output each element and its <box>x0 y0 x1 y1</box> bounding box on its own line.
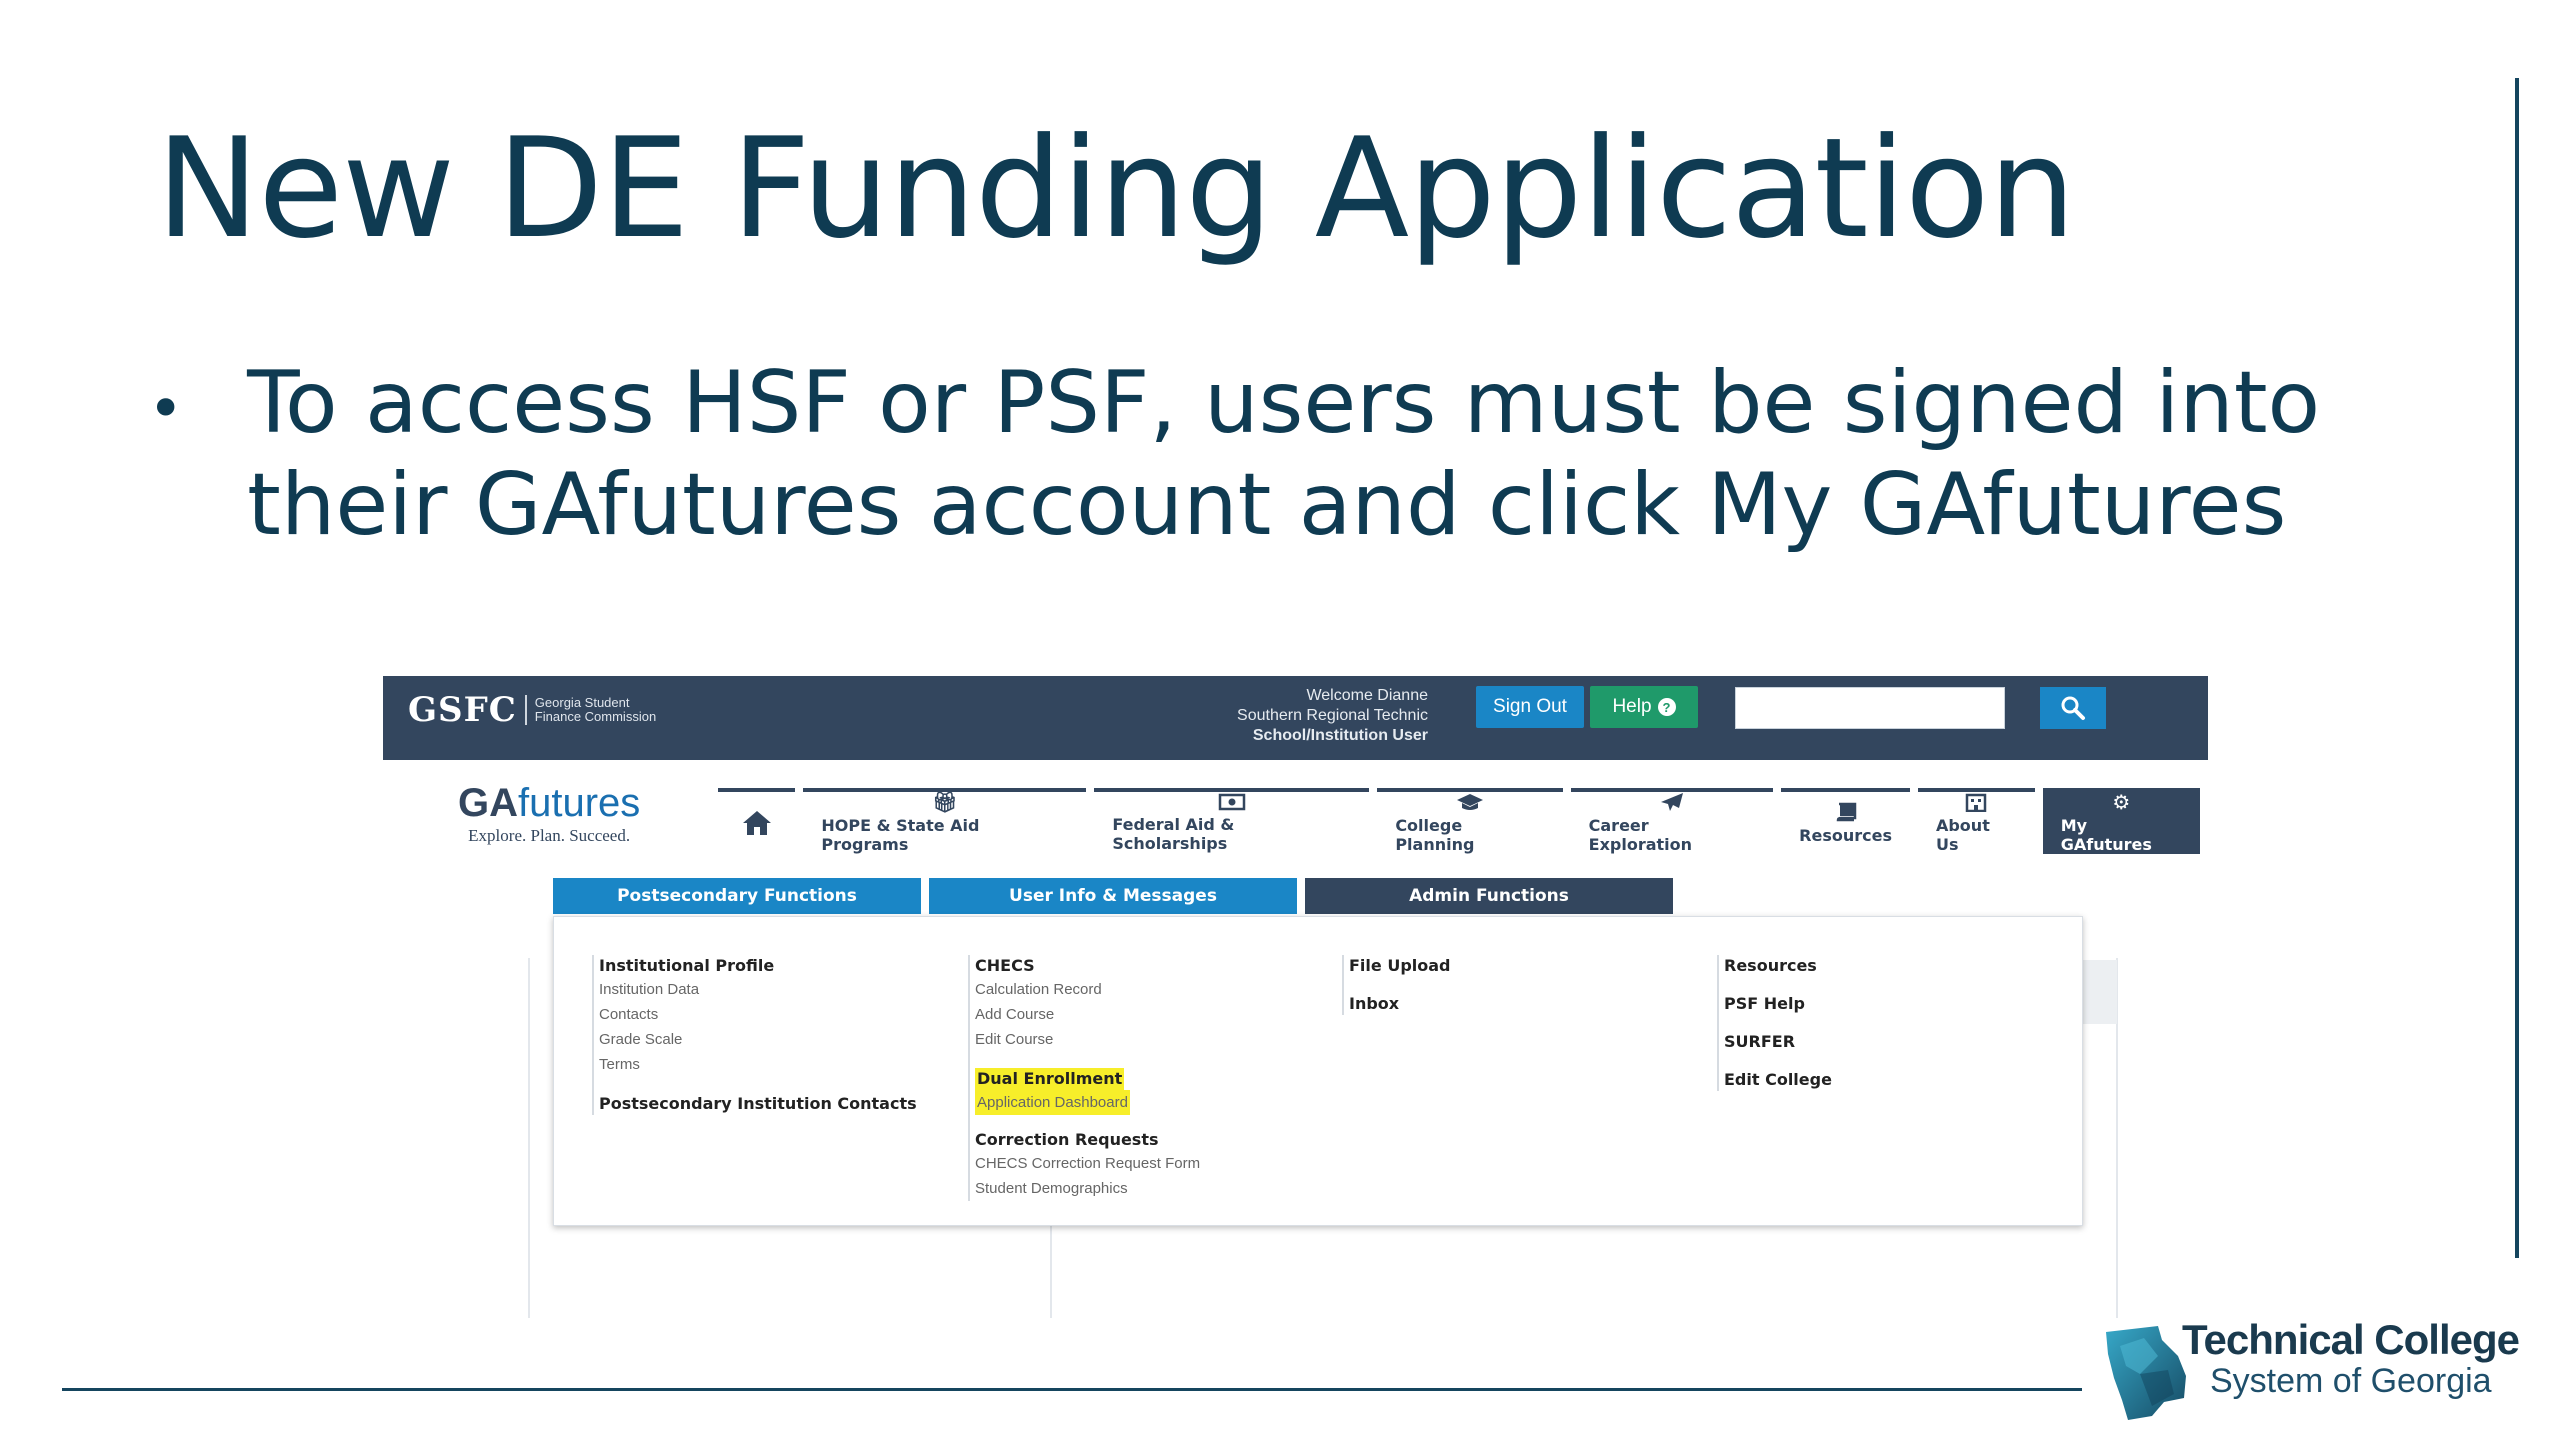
gafutures-screenshot: GSFC Georgia Student Finance Commission … <box>383 676 2208 1326</box>
paper-plane-icon <box>1660 793 1683 811</box>
bottom-divider <box>62 1388 2082 1391</box>
bullet-icon: • <box>148 374 184 444</box>
gift-icon: 🎁︎ <box>932 790 958 814</box>
menu-add-course[interactable]: Add Course <box>975 1002 1200 1027</box>
slide-title: New DE Funding Application <box>156 108 2076 269</box>
menu-file-upload[interactable]: File Upload <box>1349 955 1451 977</box>
gear-icon: ⚙︎ <box>2112 790 2131 814</box>
tcsg-logo: Technical College System of Georgia <box>2100 1312 2520 1440</box>
tab-admin-functions[interactable]: Admin Functions <box>1305 878 1673 914</box>
right-divider <box>2515 78 2519 1258</box>
bullet-item: • To access HSF or PSF, users must be si… <box>148 352 2428 556</box>
menu-terms[interactable]: Terms <box>599 1052 917 1077</box>
nav-resources[interactable]: Resources <box>1781 788 1910 854</box>
menu-dual-enrollment[interactable]: Dual Enrollment <box>975 1068 1125 1090</box>
home-icon <box>742 811 771 835</box>
sign-out-button[interactable]: Sign Out <box>1476 686 1584 728</box>
gafutures-wordmark: GAfutures <box>458 781 641 825</box>
menu-institution-data[interactable]: Institution Data <box>599 977 917 1002</box>
menu-calculation-record[interactable]: Calculation Record <box>975 977 1200 1002</box>
gsfc-logo-subtitle: Georgia Student Finance Commission <box>534 695 657 724</box>
search-button[interactable] <box>2040 687 2106 729</box>
building-icon <box>1966 793 1987 812</box>
gafutures-logo[interactable]: GAfutures Explore. Plan. Succeed. <box>458 782 640 846</box>
menu-correction-requests[interactable]: Correction Requests <box>975 1129 1200 1151</box>
nav-hope-state-aid[interactable]: 🎁︎ HOPE & State Aid Programs <box>803 788 1087 854</box>
postsecondary-menu: Institutional Profile Institution Data C… <box>553 916 2083 1226</box>
menu-contacts[interactable]: Contacts <box>599 1002 917 1027</box>
gsfc-logo-text: GSFC <box>408 690 517 730</box>
nav-career-exploration[interactable]: Career Exploration <box>1570 788 1774 854</box>
menu-column-4: Resources PSF Help SURFER Edit College <box>1717 955 1832 1091</box>
welcome-institution: Southern Regional Technic <box>1237 707 1428 724</box>
help-label: Help <box>1612 696 1652 717</box>
nav-my-gafutures[interactable]: ⚙︎ My GAfutures <box>2042 788 2200 854</box>
menu-surfer[interactable]: SURFER <box>1724 1031 1832 1053</box>
gsfc-logo[interactable]: GSFC Georgia Student Finance Commission <box>408 690 656 730</box>
menu-application-dashboard[interactable]: Application Dashboard <box>975 1090 1130 1115</box>
tab-postsecondary-functions[interactable]: Postsecondary Functions <box>553 878 921 914</box>
help-button[interactable]: Help ? <box>1590 686 1698 728</box>
menu-column-2: CHECS Calculation Record Add Course Edit… <box>968 955 1200 1201</box>
nav-college-planning[interactable]: College Planning <box>1377 788 1563 854</box>
logo-separator <box>524 695 527 725</box>
menu-inbox[interactable]: Inbox <box>1349 993 1451 1015</box>
menu-checs[interactable]: CHECS <box>975 955 1200 977</box>
menu-column-3: File Upload Inbox <box>1342 955 1451 1015</box>
nav-about-us[interactable]: About Us <box>1917 788 2035 854</box>
welcome-info: Welcome Dianne Southern Regional Technic… <box>1237 686 1428 746</box>
menu-grade-scale[interactable]: Grade Scale <box>599 1027 917 1052</box>
nav-home[interactable] <box>718 788 796 854</box>
site-header: GSFC Georgia Student Finance Commission … <box>383 676 2208 760</box>
tcsg-line-1: Technical College <box>2182 1316 2520 1363</box>
menu-postsecondary-contacts[interactable]: Postsecondary Institution Contacts <box>599 1093 917 1115</box>
menu-column-1: Institutional Profile Institution Data C… <box>592 955 917 1115</box>
menu-student-demographics[interactable]: Student Demographics <box>975 1176 1200 1201</box>
nav-federal-aid[interactable]: Federal Aid & Scholarships <box>1094 788 1370 854</box>
tab-user-info-messages[interactable]: User Info & Messages <box>929 878 1297 914</box>
money-icon <box>1218 793 1246 811</box>
search-icon <box>2061 696 2085 720</box>
search-input[interactable] <box>1735 687 2005 729</box>
graduation-cap-icon <box>1456 794 1483 810</box>
menu-checs-correction-form[interactable]: CHECS Correction Request Form <box>975 1151 1200 1176</box>
tcsg-line-2: System of Georgia <box>2210 1362 2492 1400</box>
menu-edit-college[interactable]: Edit College <box>1724 1069 1832 1091</box>
book-icon <box>1836 802 1856 821</box>
menu-psf-help[interactable]: PSF Help <box>1724 993 1832 1015</box>
menu-institutional-profile[interactable]: Institutional Profile <box>599 955 917 977</box>
main-nav: 🎁︎ HOPE & State Aid Programs Federal Aid… <box>718 788 2208 854</box>
welcome-name: Welcome Dianne <box>1306 687 1428 704</box>
question-icon: ? <box>1657 698 1676 716</box>
my-gafutures-subtabs: Postsecondary Functions User Info & Mess… <box>553 878 1681 914</box>
menu-edit-course[interactable]: Edit Course <box>975 1027 1200 1052</box>
menu-resources[interactable]: Resources <box>1724 955 1832 977</box>
welcome-role: School/Institution User <box>1252 727 1428 744</box>
bullet-text: To access HSF or PSF, users must be sign… <box>247 353 2321 555</box>
gafutures-tagline: Explore. Plan. Succeed. <box>468 826 631 845</box>
